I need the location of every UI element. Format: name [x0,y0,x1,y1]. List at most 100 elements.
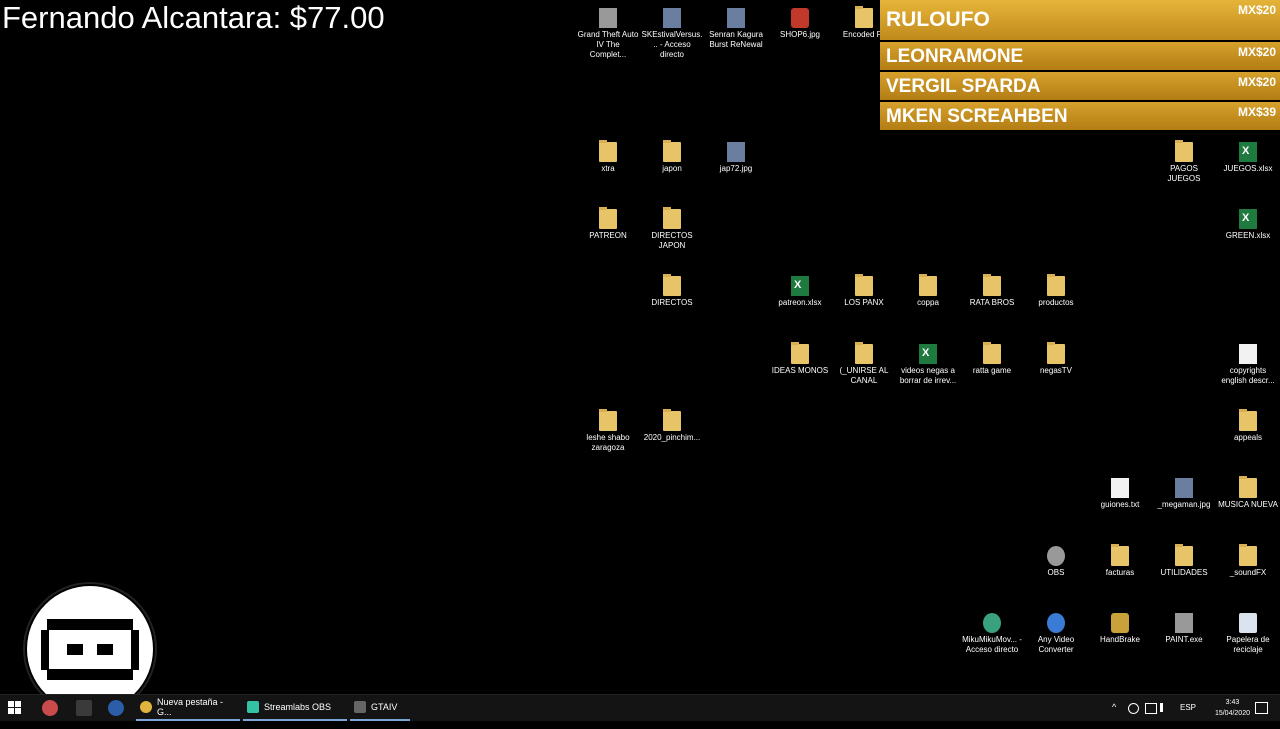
desktop-icon-skestival[interactable]: SKEstivalVersus... - Acceso directo [641,8,703,60]
desktop-icon-patreon[interactable]: PATREON [577,207,639,241]
paint-brush-icon [1175,613,1193,633]
excel-file-icon [1239,209,1257,229]
desktop-icon-handbrake[interactable]: HandBrake [1089,613,1151,645]
donation-row: VERGIL SPARDA MX$20 [880,72,1280,100]
folder-icon [599,409,617,431]
app-shortcut-icon [983,613,1001,633]
folder-icon [855,6,873,28]
folder-icon [919,274,937,296]
recycle-bin-icon [1239,613,1257,633]
folder-icon [983,274,1001,296]
desktop-icon-jap72[interactable]: jap72.jpg [705,142,767,174]
folder-icon [663,140,681,162]
desktop-icon-pagos[interactable]: PAGOS JUEGOS [1153,140,1215,184]
notification-center-icon[interactable] [1255,702,1268,714]
folder-icon [1239,544,1257,566]
clock[interactable]: 3:43 15/04/2020 [1215,697,1250,719]
donation-amount: MX$20 [1237,45,1276,59]
desktop-icon-paint[interactable]: PAINT.exe [1153,613,1215,645]
game-shortcut-icon [727,8,745,28]
desktop-icon-rata-bros[interactable]: RATA BROS [961,274,1023,308]
desktop-icon-facturas[interactable]: facturas [1089,544,1151,578]
desktop-icon-shop6[interactable]: SHOP6.jpg [769,8,831,40]
chrome-icon [140,701,152,713]
donation-amount: MX$39 [1237,105,1276,119]
desktop-icon-senran[interactable]: Senran Kagura Burst ReNewal [705,8,767,50]
desktop-icon-ratta-game[interactable]: ratta game [961,342,1023,376]
folder-icon [1175,544,1193,566]
tray-overflow-chevron-icon[interactable]: ^ [1112,702,1116,728]
folder-icon [599,207,617,229]
desktop-icon-productos[interactable]: productos [1025,274,1087,308]
excel-file-icon [919,344,937,364]
desktop-icon-musica[interactable]: MUSICA NUEVA [1217,476,1279,510]
folder-icon [1111,544,1129,566]
donation-row: MKEN SCREAHBEN MX$39 [880,102,1280,130]
desktop-icon-any-video[interactable]: Any Video Converter [1025,613,1087,655]
desktop-icon-xtra[interactable]: xtra [577,140,639,174]
image-file-icon [1175,478,1193,498]
donor-name: RULOUFO [886,8,990,31]
folder-icon [1047,274,1065,296]
folder-icon [855,274,873,296]
folder-icon [1175,140,1193,162]
taskbar-app-chrome[interactable]: Nueva pestaña - G... [136,695,240,721]
desktop-icon-soundfx[interactable]: _soundFX [1217,544,1279,578]
donation-amount: MX$20 [1237,3,1276,17]
network-icon[interactable] [1145,703,1157,714]
folder-icon [791,342,809,364]
tray-app-icon[interactable] [1128,703,1139,714]
desktop-icon-directos-japon[interactable]: DIRECTOS JAPON [641,207,703,251]
windows-start-icon[interactable] [8,701,22,715]
desktop-icon-gta[interactable]: Grand Theft Auto IV The Complet... [577,8,639,60]
excel-file-icon [791,276,809,296]
folder-icon [1047,342,1065,364]
app-shortcut-icon [1047,613,1065,633]
desktop-icon-japon[interactable]: japon [641,140,703,174]
game-shortcut-icon [599,8,617,28]
desktop-icon-miku[interactable]: MikuMikuMov... - Acceso directo [961,613,1023,655]
folder-icon [599,140,617,162]
donation-row: RULOUFO MX$20 [880,0,1280,40]
desktop-icon-ideas-monos[interactable]: IDEAS MONOS [769,342,831,376]
desktop-icon-pinchim[interactable]: 2020_pinchim... [641,409,703,443]
desktop-icon-appeals[interactable]: appeals [1217,409,1279,443]
taskbar-app-gtaiv[interactable]: GTAIV [350,695,410,721]
desktop-icon-los-panx[interactable]: LOS PANX [833,274,895,308]
desktop-icon-obs[interactable]: OBS [1025,546,1087,578]
folder-icon [1239,409,1257,431]
desktop-icon-juegos[interactable]: JUEGOS.xlsx [1217,142,1279,174]
desktop-icon-directos[interactable]: DIRECTOS [641,274,703,308]
donor-name: LEONRAMONE [886,46,1024,67]
pinned-app-icon[interactable] [76,700,92,716]
donor-name: VERGIL SPARDA [886,76,1041,97]
desktop-icon-papelera[interactable]: Papelera de reciclaje [1217,613,1279,655]
pinned-app-icon[interactable] [108,700,124,716]
folder-icon [663,409,681,431]
desktop-icon-copyrights[interactable]: copyrights english descr... [1217,344,1279,386]
donation-goal-title: Fernando Alcantara: $77.00 [2,0,385,35]
desktop-icon-green[interactable]: GREEN.xlsx [1217,209,1279,241]
streamlabs-icon [247,701,259,713]
taskbar-app-streamlabs[interactable]: Streamlabs OBS [243,695,347,721]
desktop-icon-negas-tv[interactable]: negasTV [1025,342,1087,376]
folder-icon [855,342,873,364]
folder-icon [983,342,1001,364]
desktop-icon-unirse[interactable]: (_UNIRSE AL CANAL [833,342,895,386]
pineapple-icon [1111,613,1129,633]
volume-icon[interactable] [1160,703,1171,712]
desktop-icon-videos-negas[interactable]: videos negas a borrar de irrev... [897,344,959,386]
pinned-app-icon[interactable] [42,700,58,716]
language-indicator[interactable]: ESP [1180,703,1196,729]
taskbar: Nueva pestaña - G... Streamlabs OBS GTAI… [0,694,1280,721]
desktop-icon-patreon-xlsx[interactable]: patreon.xlsx [769,276,831,308]
desktop-icon-leshe[interactable]: leshe shabo zaragoza [577,409,639,453]
donation-row: LEONRAMONE MX$20 [880,42,1280,70]
gtaiv-icon [354,701,366,713]
game-shortcut-icon [663,8,681,28]
desktop-icon-guiones[interactable]: guiones.txt [1089,478,1151,510]
desktop-icon-megaman[interactable]: _megaman.jpg [1153,478,1215,510]
image-file-icon [727,142,745,162]
desktop-icon-utilidades[interactable]: UTILIDADES [1153,544,1215,578]
desktop-icon-coppa[interactable]: coppa [897,274,959,308]
